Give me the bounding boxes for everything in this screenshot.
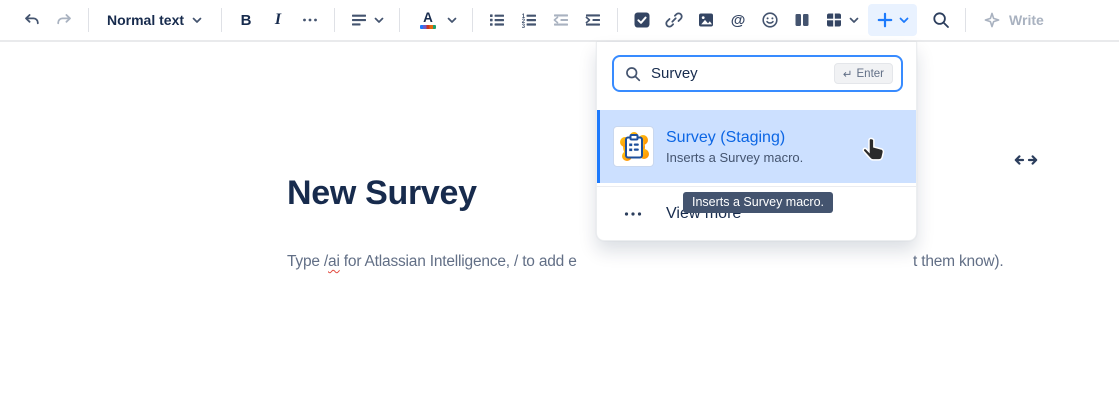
text-style-dropdown[interactable]: Normal text [97, 4, 213, 36]
align-left-icon [349, 10, 369, 30]
italic-button[interactable]: I [262, 4, 294, 36]
italic-icon: I [275, 11, 281, 29]
find-replace-button[interactable] [925, 4, 957, 36]
insert-element-button[interactable] [868, 4, 917, 36]
chevron-down-icon [848, 14, 860, 26]
enter-hint-label: Enter [857, 68, 885, 80]
link-button[interactable] [658, 4, 690, 36]
enter-key-icon: ↵ [843, 67, 853, 81]
more-icon [300, 10, 320, 30]
redo-icon [54, 10, 74, 30]
indent-button[interactable] [577, 4, 609, 36]
text-style-label: Normal text [107, 12, 184, 28]
more-icon [623, 204, 643, 224]
text-color-dropdown[interactable]: A [408, 4, 464, 36]
bullet-list-button[interactable] [481, 4, 513, 36]
redo-button[interactable] [48, 4, 80, 36]
outdent-icon [551, 10, 571, 30]
layouts-button[interactable] [786, 4, 818, 36]
alignment-dropdown[interactable] [343, 4, 391, 36]
task-checkbox-icon [632, 10, 652, 30]
result-description: Inserts a Survey macro. [666, 150, 803, 165]
result-text: Survey (Staging) Inserts a Survey macro. [666, 128, 803, 165]
mention-icon: @ [731, 12, 746, 29]
bold-icon: B [241, 12, 252, 29]
bullet-list-icon [487, 10, 507, 30]
outdent-button[interactable] [545, 4, 577, 36]
insert-menu-panel: Survey ↵ Enter [596, 42, 917, 241]
ai-write-button[interactable]: Write [974, 4, 1052, 36]
search-value: Survey [651, 65, 698, 82]
toolbar-separator [88, 8, 89, 32]
text-color-icon: A [414, 11, 442, 29]
link-icon [664, 10, 684, 30]
more-formatting-button[interactable] [294, 4, 326, 36]
page-title[interactable]: New Survey [287, 173, 477, 213]
plus-icon [875, 10, 895, 30]
bold-button[interactable]: B [230, 4, 262, 36]
emoji-icon [760, 10, 780, 30]
toolbar-separator [472, 8, 473, 32]
indent-icon [583, 10, 603, 30]
search-icon [931, 10, 951, 30]
toolbar-separator [965, 8, 966, 32]
undo-icon [22, 10, 42, 30]
survey-macro-icon [613, 126, 654, 167]
toolbar-separator [334, 8, 335, 32]
editor-toolbar: Normal text B I A [0, 0, 1119, 42]
chevron-down-icon [446, 14, 458, 26]
numbered-list-button[interactable]: 123 [513, 4, 545, 36]
write-label: Write [1009, 12, 1044, 28]
svg-text:3: 3 [522, 24, 526, 30]
table-dropdown[interactable] [818, 4, 866, 36]
editor-placeholder-right: t them know). [913, 251, 1003, 273]
layouts-icon [792, 10, 812, 30]
search-icon [624, 65, 642, 83]
image-icon [696, 10, 716, 30]
editor-placeholder-left: Type /ai for Atlassian Intelligence, / t… [287, 251, 577, 273]
table-icon [824, 10, 844, 30]
tooltip: Inserts a Survey macro. [683, 192, 833, 213]
toolbar-separator [399, 8, 400, 32]
macro-result-survey-staging[interactable]: Survey (Staging) Inserts a Survey macro. [597, 110, 916, 183]
emoji-button[interactable] [754, 4, 786, 36]
toolbar-separator [617, 8, 618, 32]
undo-button[interactable] [16, 4, 48, 36]
chevron-down-icon [191, 14, 203, 26]
confluence-editor: Normal text B I A [0, 0, 1119, 418]
editor-canvas[interactable]: New Survey Type /ai for Atlassian Intell… [0, 42, 1119, 418]
enter-hint-badge: ↵ Enter [834, 63, 893, 84]
misspelled-word: ai [328, 253, 340, 270]
ai-sparkle-icon [982, 10, 1002, 30]
chevron-down-icon [898, 14, 910, 26]
macro-search-input[interactable]: Survey ↵ Enter [612, 55, 903, 92]
task-list-button[interactable] [626, 4, 658, 36]
mention-button[interactable]: @ [722, 4, 754, 36]
numbered-list-icon: 123 [519, 10, 539, 30]
result-title: Survey (Staging) [666, 128, 803, 147]
expand-width-icon [1013, 152, 1039, 168]
width-toggle-button[interactable] [1013, 152, 1039, 168]
chevron-down-icon [373, 14, 385, 26]
toolbar-separator [221, 8, 222, 32]
insert-image-button[interactable] [690, 4, 722, 36]
